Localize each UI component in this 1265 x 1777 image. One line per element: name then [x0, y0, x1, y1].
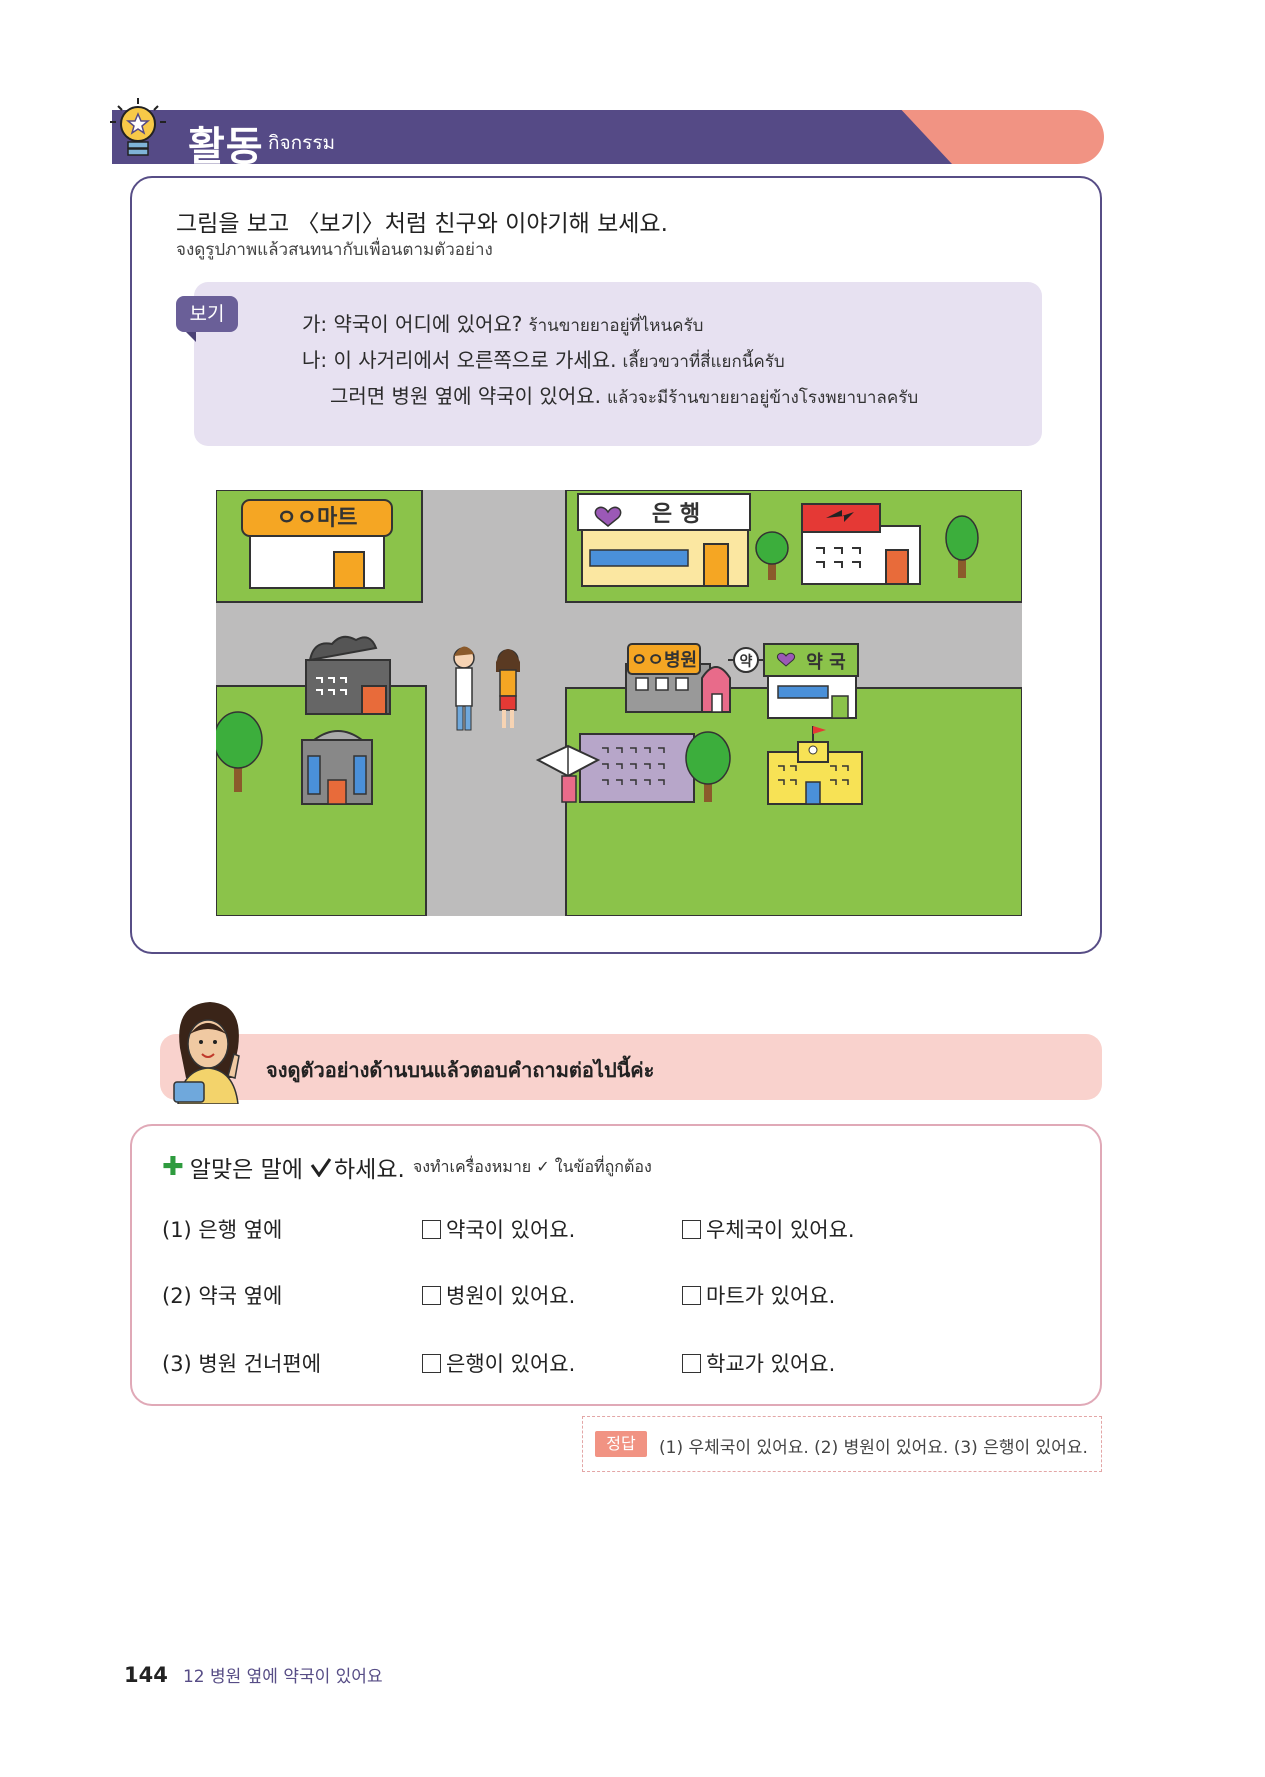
chapter-title: 12 병원 옆에 약국이 있어요: [182, 1667, 383, 1687]
checkbox[interactable]: [682, 1354, 701, 1373]
bank-sign: 은 행: [652, 502, 700, 527]
pharmacy-sign: 약 국: [806, 651, 845, 673]
dialogue-line-3-ko: 그러면 병원 옆에 약국이 있어요.: [330, 384, 601, 408]
quiz-instruction: ✚ 알맞은 말에 하세요. จงทำเครื่องหมาย ✓ ในข้อที่ถู…: [162, 1150, 652, 1184]
bank-building: 은 행: [577, 493, 751, 587]
quiz-row-3-option-b[interactable]: 학교가 있어요.: [682, 1348, 835, 1378]
option-text: 병원이 있어요.: [446, 1284, 576, 1308]
tip-text: จงดูตัวอย่างด้านบนแล้วตอบคำถามต่อไปนี้ค่…: [266, 1058, 655, 1082]
dialogue-line-2-ko: 나: 이 사거리에서 오른쪽으로 가세요.: [302, 348, 617, 372]
quiz-row-1-option-b[interactable]: 우체국이 있어요.: [682, 1214, 855, 1244]
lightbulb-star-icon: [110, 98, 166, 156]
quiz-row-2: (2) 약국 옆에 병원이 있어요. 마트가 있어요.: [132, 1280, 1100, 1310]
quiz-row-1-label: (1) 은행 옆에: [162, 1218, 283, 1242]
quiz-instruction-after: 하세요.: [334, 1157, 405, 1183]
dialogue-line-3-th: แล้วจะมีร้านขายยาอยู่ข้างโรงพยาบาลครับ: [607, 388, 919, 408]
quiz-row-2-label: (2) 약국 옆에: [162, 1284, 283, 1308]
exercise-instruction-thai: จงดูรูปภาพแล้วสนทนากับเพื่อนตามตัวอย่าง: [176, 240, 493, 260]
quiz-instruction-thai: จงทำเครื่องหมาย ✓ ในข้อที่ถูกต้อง: [412, 1156, 652, 1176]
quiz-row-2-option-a[interactable]: 병원이 있어요.: [422, 1280, 575, 1310]
checkbox[interactable]: [422, 1220, 441, 1239]
dialogue-line-2: 나: 이 사거리에서 오른쪽으로 가세요. เลี้ยวขวาที่สี่แยกน…: [302, 344, 785, 375]
dialogue-line-1-ko: 가: 약국이 어디에 있어요?: [302, 312, 523, 336]
page-number: 144: [124, 1663, 168, 1687]
exercise-box: 그림을 보고 〈보기〉처럼 친구와 이야기해 보세요. จงดูรูปภาพแล…: [130, 176, 1102, 954]
activity-title: 활동: [188, 124, 264, 170]
option-text: 우체국이 있어요.: [706, 1218, 855, 1242]
quiz-row-3-label: (3) 병원 건너편에: [162, 1352, 322, 1376]
option-text: 약국이 있어요.: [446, 1218, 576, 1242]
quiz-row-1-option-a[interactable]: 약국이 있어요.: [422, 1214, 575, 1244]
quiz-row-2-option-b[interactable]: 마트가 있어요.: [682, 1280, 835, 1310]
activity-header: 활동 กิจกรรม: [110, 96, 1104, 170]
answer-key: 정답 (1) 우체국이 있어요. (2) 병원이 있어요. (3) 은행이 있어…: [582, 1416, 1102, 1472]
checkbox[interactable]: [422, 1286, 441, 1305]
option-text: 학교가 있어요.: [706, 1352, 836, 1376]
activity-subtitle: กิจกรรม: [268, 132, 336, 154]
grey-building: [301, 730, 373, 805]
hospital-sign: ㅇㅇ병원: [631, 650, 697, 671]
answer-tag: 정답: [595, 1431, 647, 1457]
mart-sign: ㅇㅇ마트: [277, 506, 358, 531]
dialogue-line-2-th: เลี้ยวขวาที่สี่แยกนี้ครับ: [622, 352, 785, 372]
page-footer: 144 12 병원 옆에 약국이 있어요: [124, 1662, 383, 1687]
hospital-building: ㅇㅇ병원: [625, 643, 731, 713]
option-text: 은행이 있어요.: [446, 1352, 576, 1376]
example-tag: 보기: [176, 296, 238, 342]
checkbox[interactable]: [422, 1354, 441, 1373]
library-building: [535, 733, 695, 803]
factory-building: [305, 635, 391, 715]
quiz-instruction-before: 알맞은 말에: [189, 1157, 303, 1183]
exercise-instruction: 그림을 보고 〈보기〉처럼 친구와 이야기해 보세요.: [176, 211, 668, 237]
checkmark-icon: [310, 1158, 332, 1177]
man-character: [453, 646, 475, 731]
answer-text: (1) 우체국이 있어요. (2) 병원이 있어요. (3) 은행이 있어요.: [659, 1438, 1088, 1458]
example-dialogue-box: 보기 가: 약국이 어디에 있어요? ร้านขายยาอยู่ที่ไหนครั…: [176, 282, 1042, 446]
quiz-row-3: (3) 병원 건너편에 은행이 있어요. 학교가 있어요.: [132, 1348, 1100, 1378]
mart-building: ㅇㅇ마트: [241, 499, 393, 589]
dialogue-line-1: 가: 약국이 어디에 있어요? ร้านขายยาอยู่ที่ไหนครับ: [302, 308, 703, 339]
tip-banner: จงดูตัวอย่างด้านบนแล้วตอบคำถามต่อไปนี้ค่…: [160, 1034, 1102, 1100]
quiz-row-1: (1) 은행 옆에 약국이 있어요. 우체국이 있어요.: [132, 1214, 1100, 1244]
checkbox[interactable]: [682, 1286, 701, 1305]
town-map-illustration: ㅇㅇ마트 은 행 ㅇㅇ병원 약 약 국: [216, 490, 1022, 916]
option-text: 마트가 있어요.: [706, 1284, 836, 1308]
dialogue-line-1-th: ร้านขายยาอยู่ที่ไหนครับ: [528, 316, 704, 336]
woman-character: [496, 649, 520, 728]
green-plus-icon: ✚: [162, 1152, 184, 1182]
quiz-box: ✚ 알맞은 말에 하세요. จงทำเครื่องหมาย ✓ ในข้อที่ถู…: [130, 1124, 1102, 1406]
teacher-avatar: [173, 1002, 240, 1104]
quiz-row-3-option-a[interactable]: 은행이 있어요.: [422, 1348, 575, 1378]
checkbox[interactable]: [682, 1220, 701, 1239]
pharmacy-badge-text: 약: [740, 653, 753, 670]
dialogue-line-3: 그러면 병원 옆에 약국이 있어요. แล้วจะมีร้านขายยาอยู่ข…: [330, 380, 918, 411]
pharmacy-badge: 약: [728, 647, 766, 673]
pharmacy-building: 약 국: [763, 643, 859, 719]
